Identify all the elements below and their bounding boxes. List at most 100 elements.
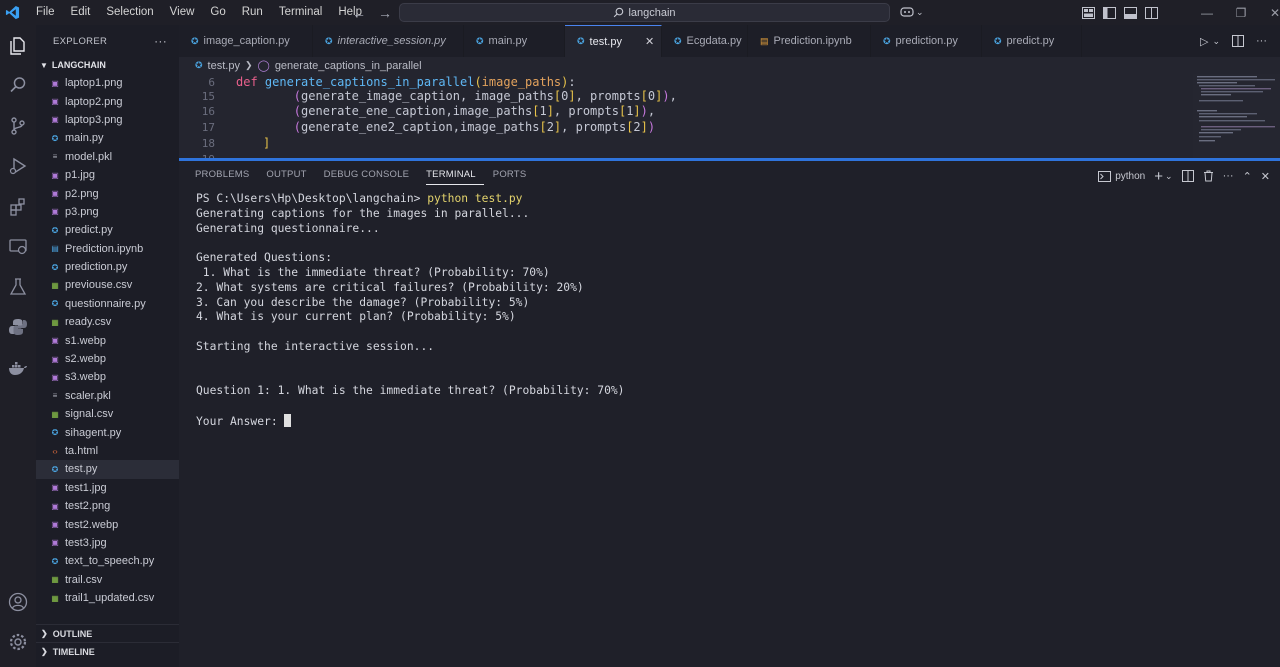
menu-edit[interactable]: Edit bbox=[63, 0, 99, 25]
breadcrumb-file[interactable]: test.py bbox=[208, 60, 240, 72]
account-icon[interactable] bbox=[6, 590, 30, 614]
code-line: 18 ] bbox=[179, 135, 1189, 151]
file-item[interactable]: ▣ p1.jpg bbox=[36, 166, 179, 184]
minimap[interactable] bbox=[1193, 74, 1280, 159]
file-item[interactable]: ▦ previouse.csv bbox=[36, 276, 179, 294]
menu-file[interactable]: File bbox=[28, 0, 63, 25]
menu-view[interactable]: View bbox=[162, 0, 203, 25]
shell-label[interactable]: python bbox=[1115, 171, 1145, 182]
restore-icon[interactable]: ❐ bbox=[1224, 6, 1258, 20]
editor-tab[interactable]: ✪ image_caption.py bbox=[179, 25, 313, 57]
run-play-icon[interactable]: ▷ bbox=[1200, 35, 1208, 48]
file-item[interactable]: ≡ scaler.pkl bbox=[36, 387, 179, 405]
file-item[interactable]: ▣ laptop1.png bbox=[36, 74, 179, 92]
file-item[interactable]: ✪ questionnaire.py bbox=[36, 295, 179, 313]
file-item[interactable]: ▦ signal.csv bbox=[36, 405, 179, 423]
tab-ports[interactable]: PORTS bbox=[493, 167, 535, 185]
copilot-icon[interactable] bbox=[900, 5, 914, 20]
file-item[interactable]: ▣ laptop2.png bbox=[36, 92, 179, 110]
terminal-output[interactable]: PS C:\Users\Hp\Desktop\langchain> python… bbox=[196, 192, 624, 429]
outline-section[interactable]: ❯ OUTLINE bbox=[36, 624, 179, 642]
file-item[interactable]: ▦ trail1_updated.csv bbox=[36, 589, 179, 607]
file-item[interactable]: ▣ test2.webp bbox=[36, 515, 179, 533]
tab-problems[interactable]: PROBLEMS bbox=[195, 167, 257, 185]
file-item[interactable]: ▣ laptop3.png bbox=[36, 111, 179, 129]
close-window-icon[interactable]: ✕ bbox=[1258, 6, 1280, 20]
breadcrumb-symbol[interactable]: generate_captions_in_parallel bbox=[275, 60, 422, 72]
file-item[interactable]: ≡ model.pkl bbox=[36, 148, 179, 166]
file-item[interactable]: ▣ test2.png bbox=[36, 497, 179, 515]
back-arrow-icon[interactable]: ← bbox=[352, 5, 366, 21]
file-item[interactable]: ▣ p2.png bbox=[36, 184, 179, 202]
workspace-folder[interactable]: ▼ LANGCHAIN bbox=[36, 57, 179, 73]
code-line: 16 (generate_ene_caption,image_paths[1],… bbox=[179, 103, 1189, 119]
close-panel-icon[interactable]: ✕ bbox=[1261, 170, 1270, 183]
file-item[interactable]: ‹› ta.html bbox=[36, 442, 179, 460]
docker-icon[interactable] bbox=[6, 356, 30, 380]
terminal-input-line[interactable]: Your Answer: bbox=[196, 413, 624, 429]
menu-run[interactable]: Run bbox=[234, 0, 271, 25]
file-item[interactable]: ▦ ready.csv bbox=[36, 313, 179, 331]
file-item[interactable]: ▦ trail.csv bbox=[36, 571, 179, 589]
file-item[interactable]: ✪ text_to_speech.py bbox=[36, 552, 179, 570]
editor-tab[interactable]: ✪ prediction.py bbox=[871, 25, 982, 57]
file-item[interactable]: ▣ s3.webp bbox=[36, 368, 179, 386]
search-icon[interactable] bbox=[6, 73, 30, 97]
image-file-icon: ▣ bbox=[51, 97, 59, 107]
editor-tab[interactable]: ▤ Prediction.ipynb bbox=[748, 25, 871, 57]
file-item[interactable]: ▤ Prediction.ipynb bbox=[36, 240, 179, 258]
forward-arrow-icon[interactable]: → bbox=[378, 5, 392, 21]
run-debug-icon[interactable] bbox=[6, 154, 30, 178]
code-editor[interactable]: 6 def generate_captions_in_parallel(imag… bbox=[179, 74, 1280, 159]
terminal-cursor bbox=[284, 413, 292, 427]
tab-output[interactable]: OUTPUT bbox=[266, 167, 314, 185]
toggle-primary-sidebar-icon[interactable] bbox=[1103, 6, 1116, 19]
timeline-section[interactable]: ❯ TIMELINE bbox=[36, 642, 179, 660]
tab-terminal[interactable]: TERMINAL bbox=[426, 167, 484, 185]
more-actions-icon[interactable]: ··· bbox=[1223, 170, 1234, 182]
extensions-icon[interactable] bbox=[6, 195, 30, 219]
new-terminal-plus-icon[interactable]: + bbox=[1154, 168, 1163, 185]
toggle-secondary-sidebar-icon[interactable] bbox=[1145, 6, 1158, 19]
run-chevron-down-icon[interactable]: ⌄ bbox=[1212, 36, 1220, 47]
file-item[interactable]: ✪ predict.py bbox=[36, 221, 179, 239]
toggle-panel-icon[interactable] bbox=[1124, 6, 1137, 19]
explorer-more-icon[interactable]: ··· bbox=[154, 34, 167, 48]
python-icon[interactable] bbox=[6, 315, 30, 339]
menu-terminal[interactable]: Terminal bbox=[271, 0, 330, 25]
editor-tab[interactable]: ✪ main.py bbox=[464, 25, 565, 57]
python-file-icon: ✪ bbox=[674, 35, 682, 46]
testing-flask-icon[interactable] bbox=[6, 275, 30, 299]
copilot-chevron-down-icon[interactable]: ⌄ bbox=[916, 7, 924, 18]
file-item[interactable]: ▣ test1.jpg bbox=[36, 479, 179, 497]
more-actions-icon[interactable]: ··· bbox=[1256, 35, 1267, 47]
source-control-icon[interactable] bbox=[6, 114, 30, 138]
chevron-down-icon[interactable]: ⌄ bbox=[1165, 171, 1173, 182]
editor-tab[interactable]: ✪ predict.py bbox=[982, 25, 1082, 57]
command-center-search[interactable]: langchain bbox=[399, 3, 890, 22]
customize-layout-icon[interactable] bbox=[1082, 6, 1095, 19]
split-terminal-icon[interactable] bbox=[1181, 170, 1194, 182]
file-item[interactable]: ▣ s1.webp bbox=[36, 331, 179, 349]
maximize-panel-chevron-up-icon[interactable]: ⌃ bbox=[1243, 170, 1252, 183]
file-item[interactable]: ✪ test.py bbox=[36, 460, 179, 479]
file-item[interactable]: ▣ test3.jpg bbox=[36, 534, 179, 552]
menu-selection[interactable]: Selection bbox=[98, 0, 161, 25]
settings-gear-icon[interactable] bbox=[6, 630, 30, 654]
trash-icon[interactable] bbox=[1203, 170, 1214, 182]
remote-explorer-icon[interactable] bbox=[6, 235, 30, 259]
tab-debug-console[interactable]: DEBUG CONSOLE bbox=[324, 167, 417, 185]
file-item[interactable]: ▣ p3.png bbox=[36, 203, 179, 221]
file-item[interactable]: ✪ main.py bbox=[36, 129, 179, 147]
editor-tab[interactable]: ✪ Ecgdata.py bbox=[662, 25, 748, 57]
file-item[interactable]: ✪ prediction.py bbox=[36, 258, 179, 276]
editor-tab[interactable]: ✪ interactive_session.py bbox=[313, 25, 464, 57]
file-item[interactable]: ▣ s2.webp bbox=[36, 350, 179, 368]
split-editor-icon[interactable] bbox=[1232, 35, 1245, 47]
close-tab-icon[interactable]: ✕ bbox=[645, 35, 654, 48]
explorer-files-icon[interactable] bbox=[6, 34, 30, 58]
file-item[interactable]: ✪ sihagent.py bbox=[36, 423, 179, 441]
menu-go[interactable]: Go bbox=[202, 0, 233, 25]
minimize-icon[interactable]: — bbox=[1190, 6, 1224, 20]
editor-tab[interactable]: ✪ test.py ✕ bbox=[565, 25, 662, 57]
